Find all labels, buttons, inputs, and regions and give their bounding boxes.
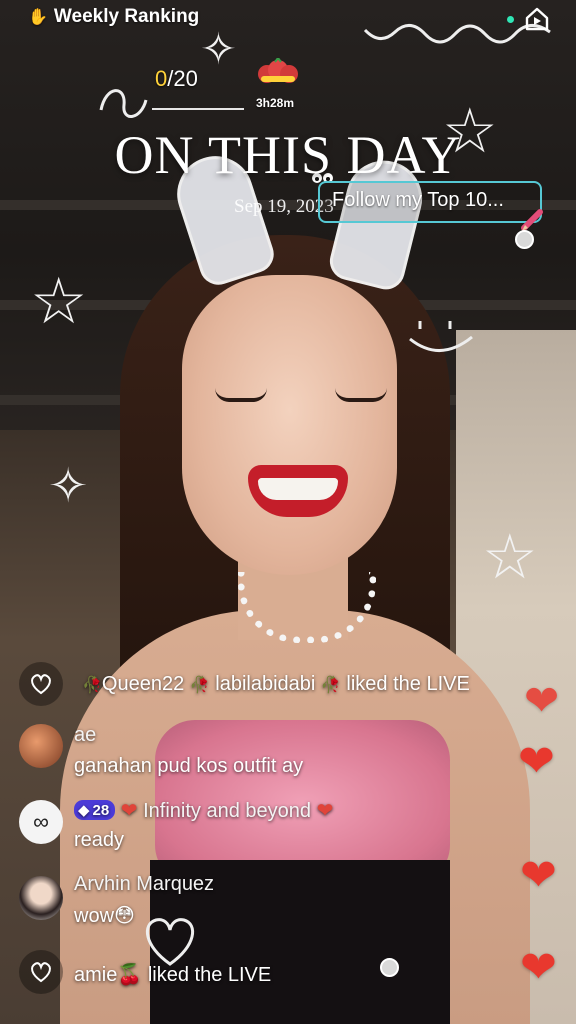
home-play-icon[interactable] <box>524 6 550 32</box>
avatar[interactable] <box>19 876 63 920</box>
goal-counter: 0/20 <box>155 66 198 92</box>
weekly-ranking-button[interactable]: ✋ Weekly Ranking <box>28 6 199 28</box>
comment-username[interactable]: ae <box>74 724 96 747</box>
weekly-ranking-label: Weekly Ranking <box>53 6 200 27</box>
heart-icon: ❤ <box>316 800 334 822</box>
swirl-doodle-icon <box>99 89 148 118</box>
star-doodle-icon: ☆ <box>482 520 538 593</box>
like-notice-icon-wrapper <box>19 662 63 706</box>
streamer-face <box>182 275 397 575</box>
like-notice-row-2: amie🍒 liked the LIVE <box>74 962 271 987</box>
live-status-dot <box>507 15 514 23</box>
comment-username[interactable]: Queen22 <box>102 673 184 695</box>
gifter-level: 28 <box>92 801 110 819</box>
streamer-eye <box>215 388 267 402</box>
star-doodle-icon: ☆ <box>30 265 88 339</box>
comment-username[interactable]: Arvhin Marquez <box>74 873 214 896</box>
heart-outline-icon <box>31 962 51 983</box>
heart-icon: ❤ <box>120 800 138 822</box>
rose-icon: 🥀 <box>82 677 102 694</box>
like-notice-text: liked the LIVE <box>346 673 470 695</box>
sparkle-icon: ✧ <box>200 24 237 75</box>
goal-counter-current: 0 <box>155 66 168 91</box>
rose-icon: 🥀 <box>189 677 210 694</box>
heart-doodle-icon <box>146 918 194 966</box>
comment-message: wow <box>74 905 115 927</box>
goal-counter-total: /20 <box>167 66 198 91</box>
like-notice-row-1: 🥀Queen22 🥀 labilabidabi 🥀 liked the LIVE <box>82 673 470 696</box>
gift-timer: 3h28m <box>256 96 295 110</box>
gift-badge-icon[interactable] <box>255 58 301 88</box>
live-stream-view: ✧ ☆ ☆ ✧ ☆ ✋ Weekly Ranking 0/20 3h28m ON… <box>0 0 576 1024</box>
comment-message: ganahan pud kos outfit ay <box>74 755 304 777</box>
gifter-level-badge: ◆ 28 <box>74 800 116 820</box>
comment-message-row: wow😳 <box>74 903 135 928</box>
goal-progress-track <box>152 108 244 110</box>
avatar[interactable] <box>19 724 63 768</box>
hand-icon: ✋ <box>28 9 48 26</box>
flushed-emoji: 😳 <box>114 905 135 927</box>
like-notice-icon-wrapper <box>19 950 63 994</box>
comment-username[interactable]: labilabidabi <box>215 673 315 695</box>
heart-outline-icon <box>31 674 51 695</box>
on-this-day-title: ON THIS DAY <box>114 125 462 185</box>
comment-message: ready <box>74 829 125 851</box>
floating-heart-icon: ❤ <box>520 851 557 900</box>
floating-heart-icon: ❤ <box>524 677 560 724</box>
top-right-controls <box>507 6 550 32</box>
comment-header-row: ◆ 28 ❤ Infinity and beyond ❤ <box>74 798 333 823</box>
sparkle-icon: ✧ <box>48 458 89 514</box>
gem-icon: ◆ <box>78 802 90 819</box>
rose-icon: 🥀 <box>320 677 341 694</box>
comment-username[interactable]: amie <box>74 964 117 986</box>
streamer-teeth <box>258 478 338 500</box>
follow-sticker-text: Follow my Top 10... <box>332 189 504 211</box>
avatar[interactable]: ∞ <box>19 800 63 844</box>
sticker-handle[interactable] <box>380 958 399 977</box>
cherry-icon: 🍒 <box>117 964 143 986</box>
floating-heart-icon: ❤ <box>520 943 557 992</box>
like-notice-text: liked the LIVE <box>147 964 272 986</box>
infinity-logo-icon: ∞ <box>33 809 49 834</box>
smiley-doodle-icon <box>409 321 473 352</box>
floating-strawberry-heart-icon: ❤ <box>518 737 555 786</box>
comment-username[interactable]: Infinity and beyond <box>143 800 311 822</box>
sticker-handle[interactable] <box>515 230 534 249</box>
streamer-eye <box>335 388 387 402</box>
